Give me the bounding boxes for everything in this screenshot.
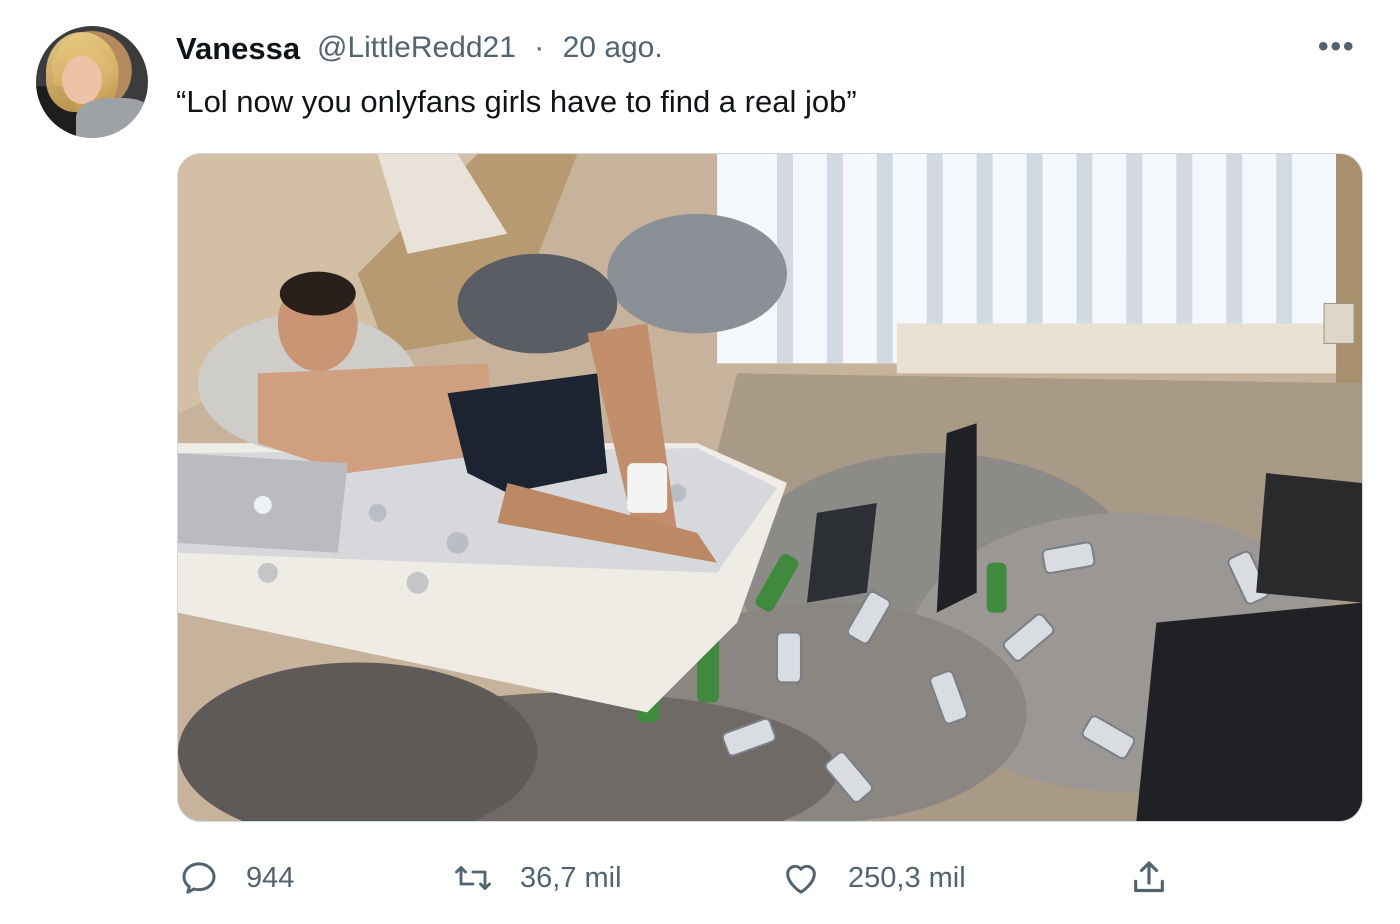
like-button[interactable]: 250,3 mil bbox=[780, 850, 966, 906]
tweet-actions: 944 36,7 mil 250,3 mil bbox=[0, 850, 1400, 910]
avatar-face bbox=[62, 56, 102, 104]
tweet-date[interactable]: 20 ago. bbox=[563, 31, 663, 64]
share-icon bbox=[1128, 857, 1170, 899]
more-options-icon[interactable]: ••• bbox=[1318, 30, 1356, 64]
messy-room-photo-illustration bbox=[178, 154, 1362, 821]
avatar-shirt bbox=[76, 98, 148, 138]
author-meta[interactable]: @LittleRedd21 · 20 ago. bbox=[317, 31, 663, 65]
heart-icon bbox=[780, 857, 822, 899]
reply-button[interactable]: 944 bbox=[178, 850, 294, 906]
retweet-count: 36,7 mil bbox=[520, 861, 622, 894]
like-count: 250,3 mil bbox=[848, 861, 966, 894]
author-avatar[interactable] bbox=[36, 26, 148, 138]
tweet-photo[interactable] bbox=[177, 153, 1363, 822]
share-button[interactable] bbox=[1128, 850, 1170, 906]
tweet-text: “Lol now you onlyfans girls have to find… bbox=[176, 84, 857, 119]
retweet-button[interactable]: 36,7 mil bbox=[452, 850, 622, 906]
author-handle[interactable]: @LittleRedd21 bbox=[317, 31, 516, 64]
meta-separator: · bbox=[534, 31, 545, 64]
author-name[interactable]: Vanessa bbox=[176, 31, 300, 67]
retweet-icon bbox=[452, 857, 494, 899]
reply-icon bbox=[178, 857, 220, 899]
reply-count: 944 bbox=[246, 861, 295, 894]
